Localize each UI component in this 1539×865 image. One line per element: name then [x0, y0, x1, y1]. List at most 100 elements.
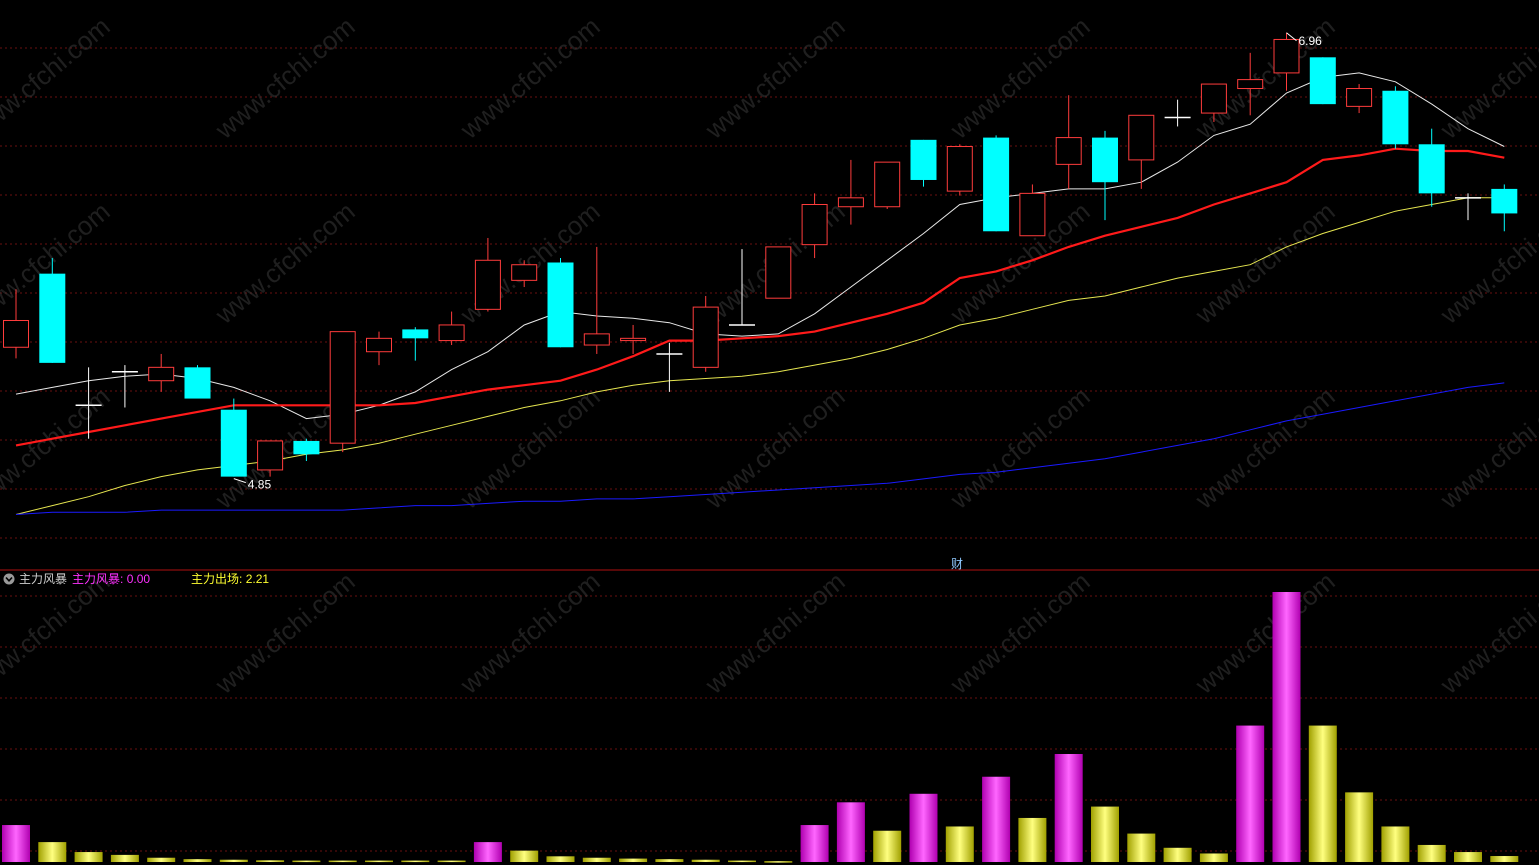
candle — [111, 365, 138, 408]
bar-main-force-exit — [655, 859, 684, 862]
candle-body — [620, 337, 647, 342]
candle-body — [39, 273, 66, 363]
bar-main-force-storm — [909, 793, 938, 862]
bar-main-force-exit — [619, 858, 648, 862]
candle-body — [474, 259, 501, 310]
bar-main-force-storm — [982, 776, 1011, 862]
candle-body — [910, 139, 937, 180]
watermark-text: www.cfchi.com — [0, 11, 116, 145]
bar-main-force-exit — [437, 860, 466, 863]
watermark-text: www.cfchi.com — [1434, 196, 1539, 330]
candle — [620, 324, 647, 354]
bar-main-force-exit — [401, 860, 430, 863]
series1-value: 0.00 — [126, 572, 151, 586]
candle-body — [1491, 188, 1518, 214]
bar-main-force-exit — [1091, 806, 1119, 862]
candle-body — [983, 137, 1010, 232]
bar-main-force-exit — [873, 830, 902, 862]
watermark-text: www.cfchi.com — [454, 11, 606, 145]
candle-body — [511, 264, 538, 281]
watermark-text: www.cfchi.com — [1189, 196, 1341, 330]
bar-main-force-exit — [582, 857, 611, 862]
bar-main-force-exit — [1345, 792, 1374, 862]
bar-main-force-exit — [183, 859, 212, 862]
watermark-text: www.cfchi.com — [944, 11, 1096, 145]
candle-body — [1346, 88, 1373, 107]
candle-body — [148, 366, 175, 382]
bar-main-force-storm — [1054, 754, 1083, 862]
series2-label: 主力出场 — [191, 572, 240, 586]
watermark-text: www.cfchi.com — [944, 381, 1096, 515]
watermark-text: www.cfchi.com — [454, 381, 606, 515]
candle-body — [1055, 137, 1082, 165]
candle — [184, 365, 211, 399]
watermark-text: www.cfchi.com — [209, 11, 361, 145]
bar-main-force-exit — [1490, 856, 1519, 862]
candle-body — [257, 440, 284, 471]
candle-body — [3, 319, 29, 348]
watermark-text: www.cfchi.com — [699, 381, 851, 515]
bar-main-force-exit — [510, 850, 539, 862]
candle-body — [1382, 90, 1409, 145]
candle-body — [366, 337, 392, 353]
bar-main-force-exit — [1417, 844, 1446, 862]
bar-main-force-exit — [1127, 833, 1156, 862]
bar-main-force-exit — [1163, 847, 1192, 862]
candle-body — [184, 367, 211, 399]
candle-body — [1237, 79, 1264, 90]
candle-body — [765, 246, 792, 299]
bar-main-force-exit — [764, 861, 793, 863]
candle — [1491, 184, 1518, 232]
bar-main-force-exit — [1454, 852, 1482, 862]
indicator-name[interactable]: 主力风暴 — [19, 570, 67, 588]
bar-main-force-storm — [1236, 725, 1265, 862]
bar-main-force-exit — [691, 859, 720, 862]
candle — [474, 237, 501, 312]
candle — [39, 258, 66, 363]
candle-body — [1200, 83, 1227, 114]
high-price-label: 6.96 — [1299, 34, 1323, 48]
finance-marker[interactable]: 财 — [951, 555, 963, 572]
candle-body — [1309, 57, 1336, 105]
indicator-header: 主力风暴 主力风暴: 0.00 主力出场: 2.21 — [0, 570, 600, 588]
candle — [148, 353, 175, 392]
watermark-text: www.cfchi.com — [699, 566, 851, 700]
candle-body — [837, 197, 864, 208]
candle — [874, 161, 901, 209]
collapse-toggle-icon[interactable] — [3, 573, 15, 585]
indicator-series1-readout: 主力风暴: 0.00 — [72, 572, 151, 586]
candle-body — [1418, 144, 1445, 194]
watermark-text: www.cfchi.com — [944, 566, 1096, 700]
bar-main-force-exit — [292, 860, 321, 863]
bar-main-force-storm — [2, 825, 30, 862]
candle — [220, 398, 247, 477]
candle — [1455, 193, 1481, 221]
bar-main-force-exit — [1381, 826, 1410, 862]
low-price-label: 4.85 — [248, 478, 272, 492]
candle — [983, 135, 1010, 232]
candle — [946, 144, 973, 196]
candle — [765, 246, 792, 299]
bar-main-force-exit — [1018, 817, 1047, 862]
candle-body — [438, 324, 465, 342]
bar-main-force-storm — [800, 825, 829, 862]
watermark-text: www.cfchi.com — [1434, 11, 1539, 145]
indicator-series2-readout: 主力出场: 2.21 — [191, 572, 270, 586]
watermark-text: www.cfchi.com — [209, 196, 361, 330]
candle — [656, 342, 683, 392]
candle — [910, 139, 937, 187]
candle — [1092, 130, 1118, 221]
watermark-layer: www.cfchi.com www.cfchi.com www.cfchi.com w… — [0, 11, 1539, 700]
bar-main-force-storm — [836, 802, 865, 862]
candle-body — [402, 329, 429, 339]
candle-body — [874, 161, 901, 208]
bar-main-force-exit — [728, 860, 756, 863]
candle-body — [1273, 38, 1300, 74]
series1-label: 主力风暴 — [72, 572, 121, 586]
candle — [1309, 57, 1336, 105]
candle-body — [1019, 192, 1046, 237]
bar-main-force-exit — [110, 854, 139, 862]
watermark-text: www.cfchi.com — [0, 381, 116, 515]
candle — [583, 246, 610, 354]
bar-main-force-exit — [256, 860, 285, 862]
